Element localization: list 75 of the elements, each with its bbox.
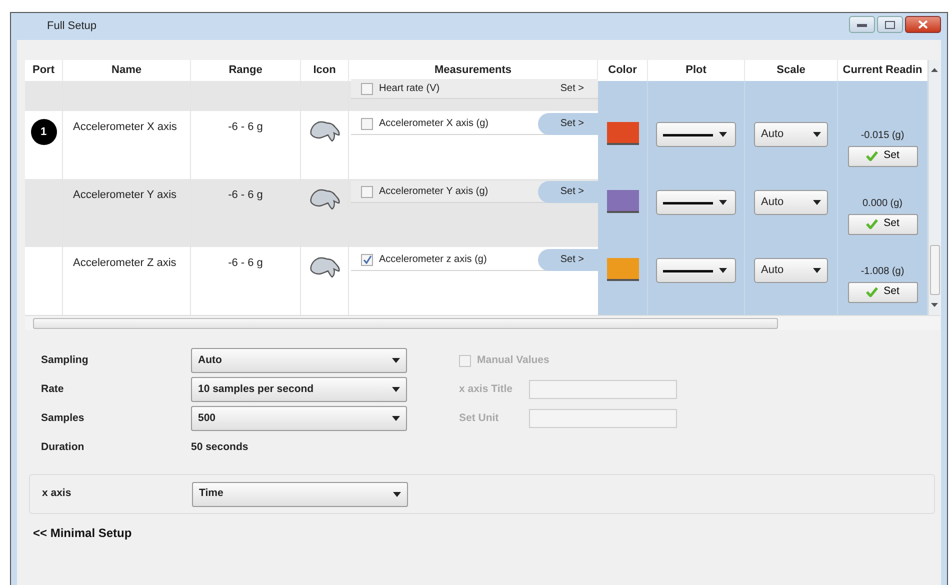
range-text: -6 - 6 g	[228, 188, 263, 203]
set-button[interactable]: Set	[848, 214, 918, 234]
checkmark-icon	[866, 287, 878, 297]
checkbox[interactable]	[361, 186, 373, 198]
setting-dropdown[interactable]: 500	[191, 406, 407, 431]
sensor-name: Accelerometer Y axis	[73, 188, 177, 203]
line-style-dropdown[interactable]	[656, 122, 736, 147]
field-label: Set Unit	[459, 410, 500, 426]
port-badge: 1	[30, 119, 56, 145]
setting-value: 50 seconds	[191, 440, 250, 455]
column-header: Scale	[745, 60, 838, 81]
set-link[interactable]: Set >	[538, 80, 598, 98]
setting-label: Sampling	[41, 352, 90, 368]
line-sample-icon	[663, 132, 713, 136]
setting-label: Samples	[41, 410, 86, 426]
set-link[interactable]: Set >	[538, 112, 598, 134]
column-header: Measurements	[349, 60, 598, 81]
column-header: Color	[598, 60, 648, 81]
column-header: Current Readin	[838, 60, 928, 81]
sensor-name: Accelerometer X axis	[73, 120, 177, 135]
column-header: Range	[191, 60, 301, 81]
minimize-icon	[857, 22, 867, 26]
vertical-scrollbar[interactable]	[928, 60, 940, 315]
maximize-icon	[885, 20, 895, 28]
field-label: x axis Title	[459, 382, 514, 397]
scale-dropdown[interactable]: Auto	[754, 190, 828, 215]
reading-value: -1.008 (g)	[860, 264, 904, 278]
range-text: -6 - 6 g	[228, 256, 263, 271]
minimize-button[interactable]	[849, 16, 875, 33]
set-link[interactable]: Set >	[538, 248, 598, 270]
set-button[interactable]: Set	[848, 282, 918, 302]
set-link[interactable]: Set >	[538, 180, 598, 202]
color-swatch[interactable]	[606, 122, 638, 145]
reading-value: -0.015 (g)	[860, 128, 904, 142]
range-text: -6 - 6 g	[228, 120, 263, 135]
close-button[interactable]	[905, 16, 941, 33]
column-header: Plot	[648, 60, 745, 81]
column-header: Icon	[301, 60, 349, 81]
sensor-name: Accelerometer Z axis	[73, 256, 176, 271]
line-style-dropdown[interactable]	[656, 190, 736, 215]
scroll-up-icon[interactable]	[931, 68, 938, 72]
measurement-label: Accelerometer Y axis (g)	[379, 185, 490, 199]
checkbox[interactable]	[361, 254, 373, 266]
measurement-label: Accelerometer z axis (g)	[379, 253, 488, 267]
setting-label: x axis	[42, 486, 72, 502]
line-style-dropdown[interactable]	[656, 258, 736, 283]
measurement-label: Accelerometer X axis (g)	[379, 117, 490, 131]
maximize-button[interactable]	[877, 16, 903, 33]
x-axis-dropdown[interactable]: Time	[192, 482, 408, 506]
manual-values-label: Manual Values	[477, 352, 550, 368]
measurement-label: Heart rate (V)	[379, 82, 441, 96]
scale-dropdown[interactable]: Auto	[754, 258, 828, 283]
checkbox[interactable]	[361, 118, 373, 130]
setting-dropdown[interactable]: Auto	[191, 348, 407, 373]
line-sample-icon	[663, 268, 713, 272]
column-header: Port	[25, 60, 63, 81]
setting-label: Duration	[41, 440, 86, 455]
set-button[interactable]: Set	[848, 146, 918, 166]
setting-dropdown[interactable]: 10 samples per second	[191, 377, 407, 402]
scroll-down-icon[interactable]	[931, 303, 938, 307]
scrollbar-thumb[interactable]	[930, 245, 940, 295]
reading-value: 0.000 (g)	[862, 196, 903, 210]
setting-label: Rate	[41, 382, 65, 397]
minimal-setup-link[interactable]: << Minimal Setup	[33, 524, 132, 542]
window-title: Full Setup	[47, 19, 97, 34]
checkbox[interactable]	[361, 82, 373, 94]
scale-dropdown[interactable]: Auto	[754, 122, 828, 147]
checkmark-icon	[866, 151, 878, 161]
horizontal-scrollbar[interactable]	[25, 315, 940, 330]
line-sample-icon	[663, 200, 713, 204]
close-icon	[918, 20, 928, 29]
checkmark-icon	[866, 219, 878, 229]
color-swatch[interactable]	[606, 190, 638, 213]
color-swatch[interactable]	[606, 258, 638, 281]
column-header: Name	[63, 60, 191, 81]
